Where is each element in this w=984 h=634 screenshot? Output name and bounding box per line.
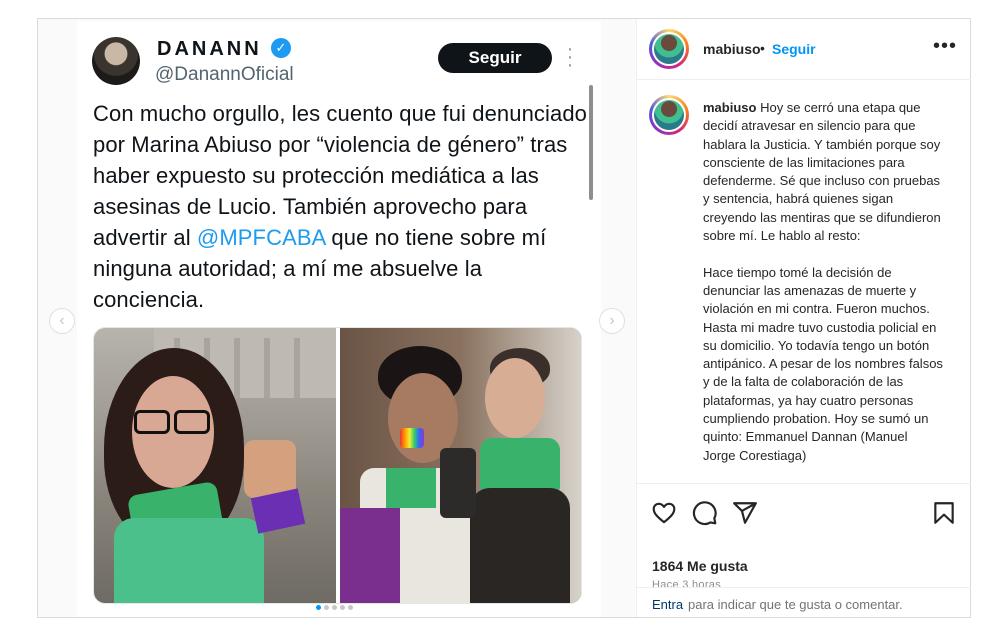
carousel-dot xyxy=(340,605,345,610)
caption-scroll-area[interactable]: mabiuso Hoy se cerró una etapa que decid… xyxy=(637,81,971,483)
more-icon: · · · xyxy=(566,38,574,76)
caption-body: Hoy se cerró una etapa que decidí atrave… xyxy=(703,100,943,463)
tweet-mention: @MPFCABA xyxy=(196,225,326,250)
login-prompt: Entra para indicar que te gusta o coment… xyxy=(637,587,971,617)
carousel-dot xyxy=(332,605,337,610)
login-prompt-text: para indicar que te gusta o comentar. xyxy=(688,597,903,612)
chevron-left-icon[interactable]: ‹ xyxy=(49,308,75,334)
tweet-photo-left xyxy=(94,328,336,603)
share-icon[interactable] xyxy=(732,500,758,526)
login-link[interactable]: Entra xyxy=(652,597,683,612)
tweet-follow-button: Seguir xyxy=(438,43,552,73)
verified-icon: ✓ xyxy=(271,38,291,58)
tweet-text: Con mucho orgullo, les cuento que fui de… xyxy=(93,98,593,315)
post-header: mabiuso • Seguir ••• xyxy=(637,19,971,80)
more-icon[interactable]: ••• xyxy=(933,35,957,58)
header-separator: • xyxy=(760,40,765,56)
follow-button[interactable]: Seguir xyxy=(772,41,816,57)
tweet-author-name: DANANN xyxy=(157,38,262,60)
caption-avatar[interactable] xyxy=(649,95,689,135)
tweet-photo-grid xyxy=(93,327,582,604)
comment-icon[interactable] xyxy=(692,500,718,526)
avatar[interactable] xyxy=(649,29,689,69)
post-media: DANANN ✓ @DanannOficial Seguir · · · Con m… xyxy=(38,19,636,617)
header-username-link[interactable]: mabiuso xyxy=(703,41,761,57)
bookmark-icon[interactable] xyxy=(931,500,957,526)
chevron-right-icon[interactable]: › xyxy=(599,308,625,334)
tweet-handle: @DanannOficial xyxy=(155,64,294,85)
carousel-dot xyxy=(316,605,321,610)
post-sidebar: mabiuso • Seguir ••• mabiuso Hoy se cerr… xyxy=(636,19,971,617)
likes-count[interactable]: 1864 Me gusta xyxy=(652,558,748,574)
tweet-avatar xyxy=(92,37,140,85)
caption-text: mabiuso Hoy se cerró una etapa que decid… xyxy=(703,99,943,465)
instagram-post: DANANN ✓ @DanannOficial Seguir · · · Con m… xyxy=(37,18,971,618)
carousel-dot xyxy=(324,605,329,610)
carousel-dot xyxy=(348,605,353,610)
carousel-indicator xyxy=(316,597,356,610)
tweet-screenshot: DANANN ✓ @DanannOficial Seguir · · · Con m… xyxy=(77,21,601,617)
heart-icon[interactable] xyxy=(651,500,677,526)
tweet-photo-right xyxy=(340,328,581,603)
caption-username-link[interactable]: mabiuso xyxy=(703,100,756,115)
